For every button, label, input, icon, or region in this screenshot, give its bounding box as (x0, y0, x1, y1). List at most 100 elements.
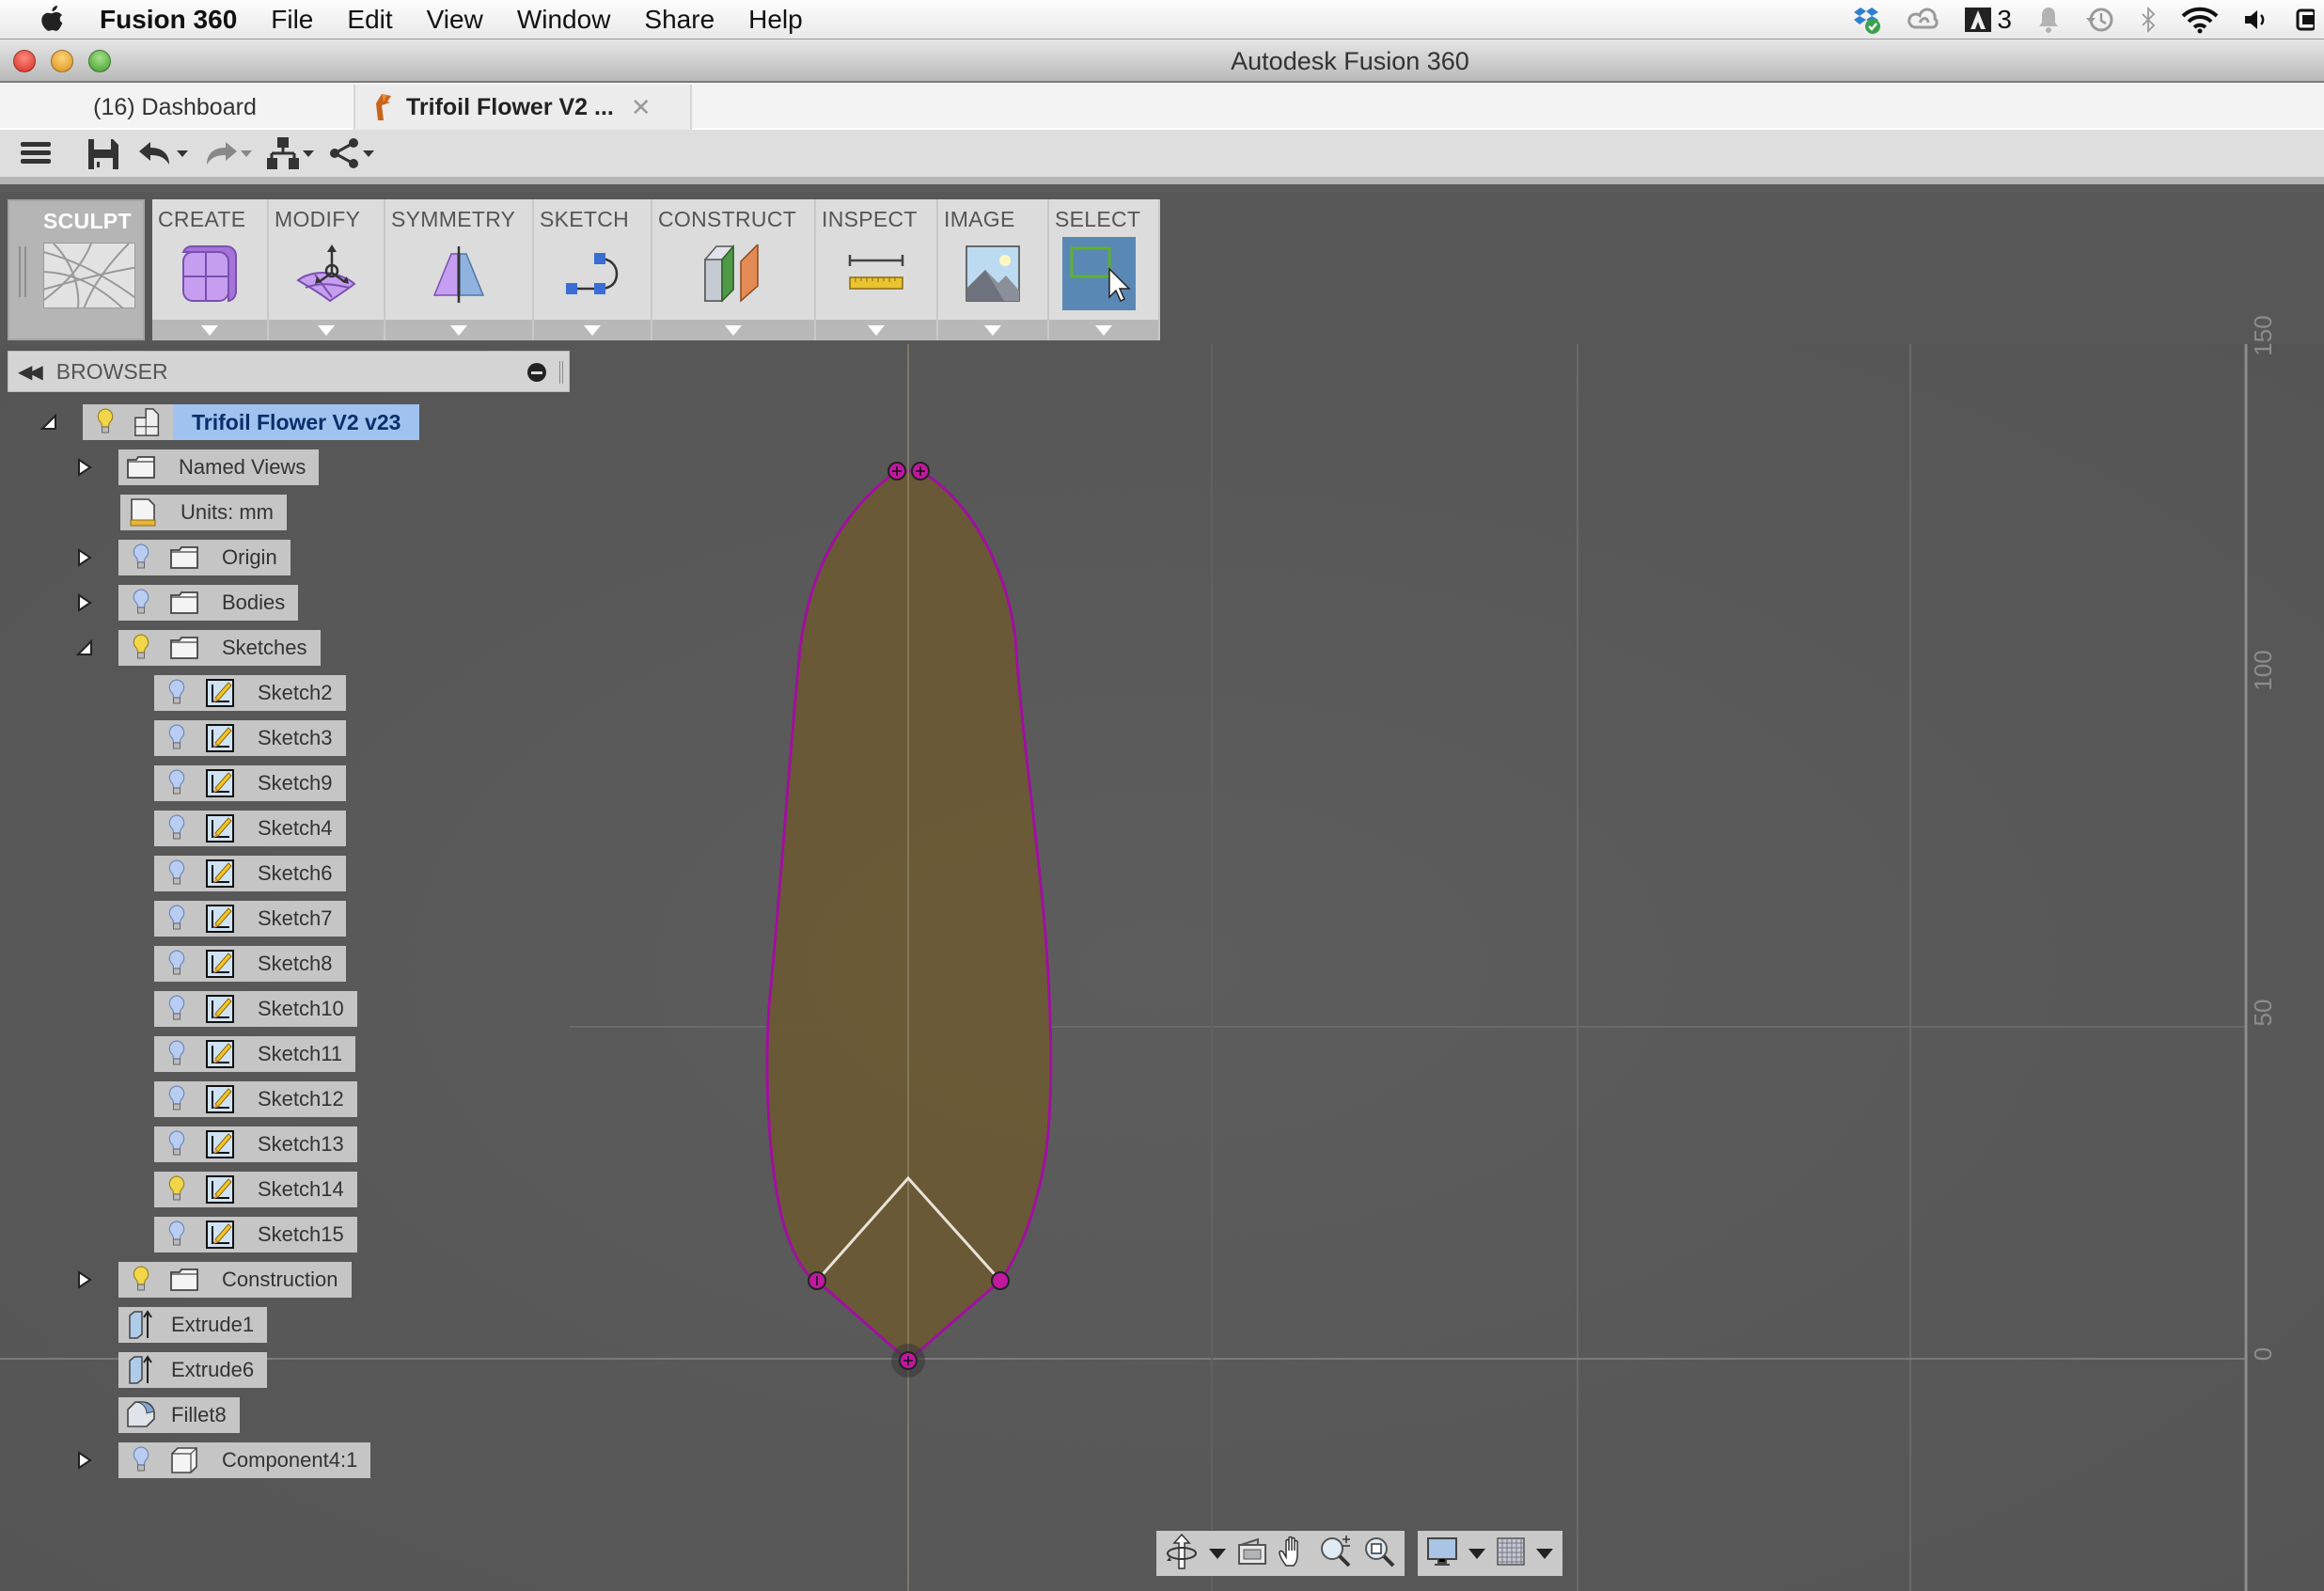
display-settings-dropdown-icon[interactable] (1468, 1548, 1485, 1559)
bluetooth-icon[interactable] (2140, 6, 2157, 34)
close-tab-icon[interactable]: ✕ (631, 93, 652, 122)
canvas-viewport[interactable] (0, 344, 2324, 1591)
tree-node-box[interactable]: Sketch11 (154, 1036, 356, 1072)
tree-node-box[interactable]: Sketch6 (154, 856, 346, 891)
save-button[interactable] (88, 134, 118, 172)
collapse-browser-icon[interactable]: ◀◀ (18, 360, 43, 384)
hamburger-menu-button[interactable] (21, 134, 51, 172)
symmetry-dropdown[interactable] (385, 320, 532, 340)
visibility-bulb-off-icon[interactable] (162, 1129, 192, 1159)
visibility-bulb-off-icon[interactable] (162, 768, 192, 798)
visibility-bulb-off-icon[interactable] (162, 723, 192, 753)
modify-dropdown[interactable] (269, 320, 384, 340)
orbit-dropdown-icon[interactable] (1209, 1548, 1226, 1559)
drag-handle[interactable] (19, 246, 26, 297)
sketch-dropdown[interactable] (534, 320, 651, 340)
tree-node-box[interactable]: Sketches (118, 630, 321, 666)
data-panel-button[interactable] (267, 134, 314, 172)
tree-node-box[interactable]: Bodies (118, 585, 299, 621)
tree-node-box[interactable]: Sketch10 (154, 991, 357, 1027)
expand-arrow-icon[interactable] (75, 1451, 94, 1470)
tree-node-box[interactable]: Sketch13 (154, 1126, 357, 1162)
visibility-bulb-off-icon[interactable] (126, 543, 156, 573)
zoom-window-icon[interactable] (1363, 1536, 1395, 1572)
grid-settings-icon[interactable] (1497, 1536, 1525, 1570)
visibility-bulb-off-icon[interactable] (162, 994, 192, 1024)
ribbon-group-create[interactable]: CREATE (152, 199, 269, 340)
adobe-notifications-icon[interactable]: 3 (1965, 5, 2012, 35)
zoom-icon[interactable] (1320, 1535, 1352, 1572)
visibility-bulb-off-icon[interactable] (126, 1445, 156, 1475)
visibility-bulb-off-icon[interactable] (162, 1084, 192, 1114)
create-dropdown[interactable] (152, 320, 267, 340)
collapse-arrow-icon[interactable] (75, 638, 94, 657)
wifi-icon[interactable] (2181, 6, 2219, 34)
workspace-switcher[interactable]: SCULPT (8, 199, 145, 340)
tree-node-box[interactable]: Extrude6 (118, 1352, 268, 1388)
data-panel-dropdown-icon[interactable] (303, 150, 314, 157)
tree-node-box[interactable]: Sketch3 (154, 720, 346, 756)
inspect-dropdown[interactable] (816, 320, 936, 340)
tree-node-box[interactable]: Trifoil Flower V2 v23 (83, 404, 420, 440)
visibility-bulb-off-icon[interactable] (126, 588, 156, 618)
ribbon-group-modify[interactable]: MODIFY (269, 199, 385, 340)
image-dropdown[interactable] (938, 320, 1047, 340)
share-button[interactable] (329, 134, 374, 172)
menu-help[interactable]: Help (748, 5, 803, 35)
menu-file[interactable]: File (271, 5, 313, 35)
orbit-icon[interactable] (1166, 1533, 1198, 1575)
minimize-browser-icon[interactable] (527, 363, 546, 382)
tree-node-box[interactable]: Named Views (118, 449, 320, 485)
apple-menu-icon[interactable] (34, 3, 71, 37)
menu-app-name[interactable]: Fusion 360 (100, 5, 237, 35)
expand-arrow-icon[interactable] (75, 458, 94, 477)
construct-dropdown[interactable] (652, 320, 814, 340)
visibility-bulb-off-icon[interactable] (162, 1039, 192, 1069)
tree-node-box[interactable]: Fillet8 (118, 1397, 240, 1433)
tree-node-box[interactable]: Origin (118, 540, 290, 575)
tree-node-box[interactable]: Sketch15 (154, 1217, 357, 1252)
battery-icon[interactable] (2296, 7, 2315, 33)
visibility-bulb-on-icon[interactable] (126, 633, 156, 663)
grid-settings-dropdown-icon[interactable] (1536, 1548, 1553, 1559)
undo-button[interactable] (139, 134, 188, 172)
collapse-arrow-icon[interactable] (39, 413, 58, 432)
visibility-bulb-off-icon[interactable] (162, 859, 192, 889)
expand-arrow-icon[interactable] (75, 1270, 94, 1289)
expand-arrow-icon[interactable] (75, 548, 94, 567)
menu-view[interactable]: View (427, 5, 483, 35)
redo-dropdown-icon[interactable] (241, 150, 252, 157)
ribbon-group-symmetry[interactable]: SYMMETRY (385, 199, 534, 340)
ribbon-group-image[interactable]: IMAGE (938, 199, 1049, 340)
ribbon-group-sketch[interactable]: SKETCH (534, 199, 652, 340)
ribbon-group-select[interactable]: SELECT (1049, 199, 1160, 340)
visibility-bulb-off-icon[interactable] (162, 949, 192, 979)
tree-node-box[interactable]: Sketch2 (154, 675, 346, 711)
menu-window[interactable]: Window (517, 5, 611, 35)
menu-share[interactable]: Share (644, 5, 714, 35)
display-settings-icon[interactable] (1427, 1536, 1457, 1571)
visibility-bulb-on-icon[interactable] (162, 1174, 192, 1205)
tree-node-box[interactable]: Units: mm (120, 495, 287, 530)
dropbox-synced-icon[interactable] (1850, 5, 1882, 35)
tree-node-box[interactable]: Sketch9 (154, 765, 346, 801)
tree-node-box[interactable]: Construction (118, 1262, 352, 1298)
visibility-bulb-off-icon[interactable] (162, 678, 192, 708)
visibility-bulb-off-icon[interactable] (162, 1220, 192, 1250)
ribbon-group-construct[interactable]: CONSTRUCT (652, 199, 816, 340)
tree-node-box[interactable]: Sketch4 (154, 811, 346, 846)
expand-arrow-icon[interactable] (75, 593, 94, 612)
visibility-bulb-off-icon[interactable] (162, 813, 192, 843)
ribbon-group-inspect[interactable]: INSPECT (816, 199, 938, 340)
creative-cloud-icon[interactable] (1907, 7, 1940, 33)
select-dropdown[interactable] (1049, 320, 1158, 340)
visibility-bulb-on-icon[interactable] (90, 407, 120, 437)
visibility-bulb-off-icon[interactable] (162, 904, 192, 934)
tree-node-box[interactable]: Component4:1 (118, 1442, 371, 1478)
share-dropdown-icon[interactable] (363, 150, 374, 157)
tree-node-box[interactable]: Sketch7 (154, 901, 346, 937)
undo-dropdown-icon[interactable] (177, 150, 188, 157)
pan-hand-icon[interactable] (1279, 1536, 1309, 1572)
tab-dashboard[interactable]: (16) Dashboard (0, 85, 350, 130)
time-machine-icon[interactable] (2085, 5, 2115, 35)
